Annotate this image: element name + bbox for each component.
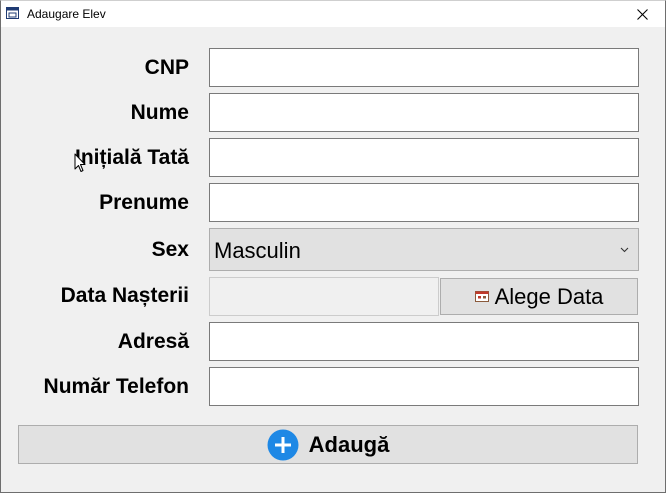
first-name-input[interactable]	[209, 183, 639, 222]
add-student-button[interactable]: Adaugă	[18, 425, 638, 464]
sex-dropdown[interactable]: Masculin	[209, 228, 639, 271]
close-button[interactable]	[619, 1, 665, 27]
plus-circle-icon	[267, 429, 299, 460]
add-student-label: Adaugă	[308, 431, 390, 457]
address-label: Adresă	[117, 330, 189, 353]
title-bar: Adaugare Elev	[1, 1, 665, 27]
father-initial-label: Inițială Tată	[75, 146, 189, 169]
sex-selected-value: Masculin	[214, 238, 301, 263]
cnp-label: CNP	[144, 56, 189, 79]
address-input[interactable]	[209, 322, 639, 361]
sex-label: Sex	[151, 238, 189, 261]
last-name-input[interactable]	[209, 93, 639, 132]
phone-label: Număr Telefon	[43, 375, 189, 398]
choose-date-label: Alege Data	[494, 283, 604, 309]
window-title: Adaugare Elev	[27, 7, 106, 21]
window-app-icon	[6, 7, 19, 19]
close-icon	[636, 8, 648, 20]
add-student-window: Adaugare Elev CNP Nume Inițială Tată Pre…	[0, 0, 666, 493]
choose-date-button[interactable]: Alege Data	[440, 278, 638, 315]
calendar-icon	[474, 291, 489, 302]
birth-date-label: Data Nașterii	[60, 284, 189, 307]
last-name-label: Nume	[130, 101, 189, 124]
father-initial-input[interactable]	[209, 138, 639, 177]
first-name-label: Prenume	[99, 191, 189, 214]
phone-input[interactable]	[209, 367, 639, 406]
chevron-down-icon	[620, 247, 629, 253]
cnp-input[interactable]	[209, 48, 639, 87]
birth-date-field	[209, 277, 439, 316]
